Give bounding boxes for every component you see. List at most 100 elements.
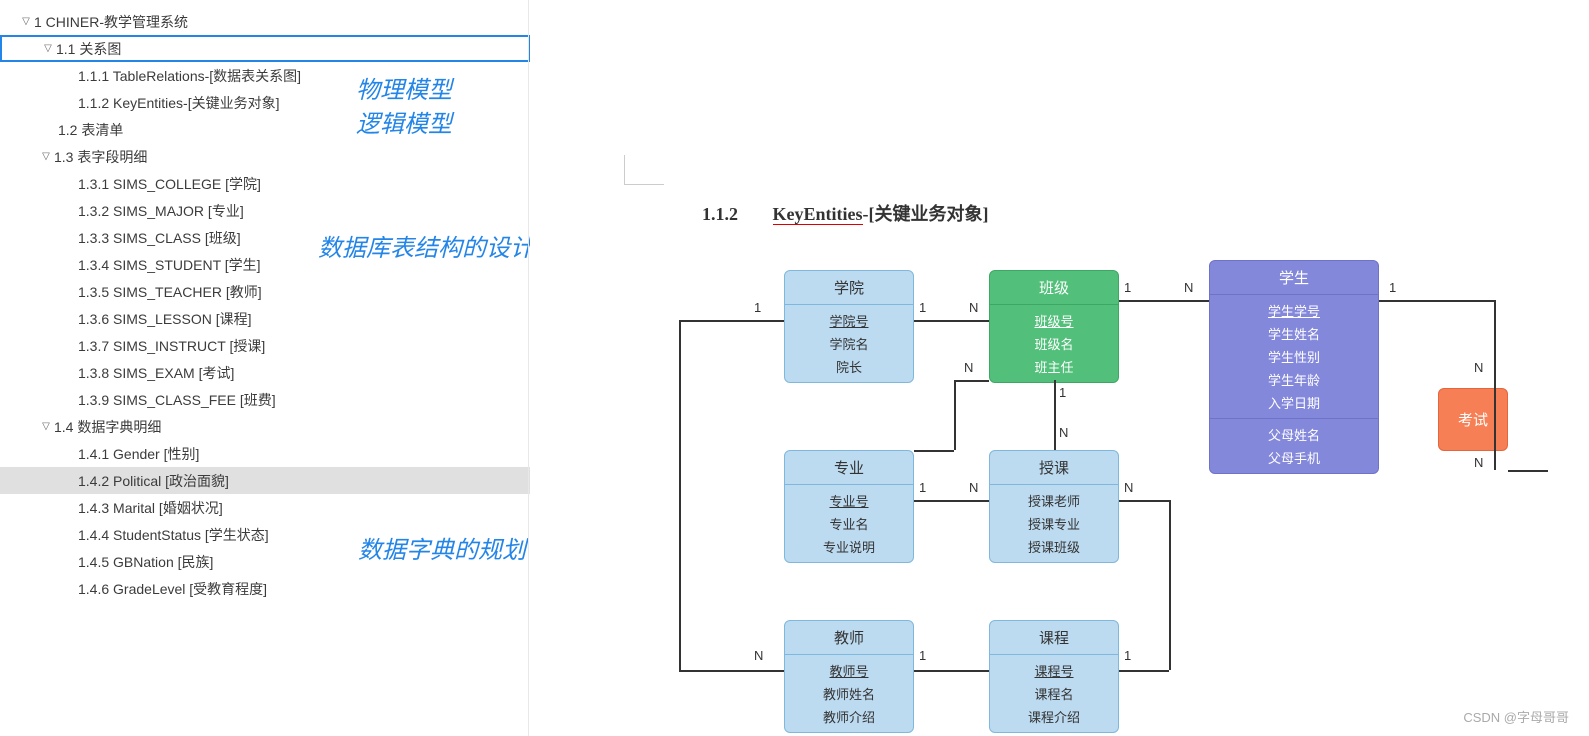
tree-item-studentstatus[interactable]: 1.4.4 StudentStatus [学生状态] xyxy=(0,521,530,548)
entity-pk: 学生学号 xyxy=(1210,299,1378,322)
split-divider xyxy=(528,0,529,736)
tree-label: 1.3.2 SIMS_MAJOR [专业] xyxy=(78,201,244,221)
tree-label: 1.4.1 Gender [性别] xyxy=(78,444,199,464)
entity-header: 教师 xyxy=(785,621,913,655)
tree-label: 1.4.3 Marital [婚姻状况] xyxy=(78,498,223,518)
entity-header: 授课 xyxy=(990,451,1118,485)
entity-header: 学生 xyxy=(1210,261,1378,295)
chevron-down-icon: ▽ xyxy=(38,421,54,432)
tree-label: 1.2 表清单 xyxy=(58,120,123,140)
tree-item-exam[interactable]: 1.3.8 SIMS_EXAM [考试] xyxy=(0,359,530,386)
relation-line xyxy=(914,320,989,322)
card-label: 1 xyxy=(1124,648,1131,663)
entity-major[interactable]: 专业 专业号 专业名 专业说明 xyxy=(784,450,914,563)
entity-pk: 专业号 xyxy=(785,489,913,512)
tree-label: 1.4.5 GBNation [民族] xyxy=(78,552,213,572)
page-corner-mark xyxy=(624,155,664,185)
tree-item-tablelist[interactable]: 1.2 表清单 xyxy=(0,116,530,143)
main-content: 1.1.2 KeyEntities-[关键业务对象] 学院 学院号 学院名 院长… xyxy=(530,0,1589,736)
entity-field: 班主任 xyxy=(990,355,1118,378)
entity-teacher[interactable]: 教师 教师号 教师姓名 教师介绍 xyxy=(784,620,914,733)
tree-label: 1.3.3 SIMS_CLASS [班级] xyxy=(78,228,241,248)
tree-item-political[interactable]: 1.4.2 Political [政治面貌] xyxy=(0,467,530,494)
tree-item-relations[interactable]: ▽1.1 关系图 xyxy=(0,35,530,62)
tree-item-class[interactable]: 1.3.3 SIMS_CLASS [班级] xyxy=(0,224,530,251)
tree-item-keyentities[interactable]: 1.1.2 KeyEntities-[关键业务对象] xyxy=(0,89,530,116)
tree-label: 1.4.2 Political [政治面貌] xyxy=(78,471,229,491)
card-label: N xyxy=(1184,280,1193,295)
tree-item-classfee[interactable]: 1.3.9 SIMS_CLASS_FEE [班费] xyxy=(0,386,530,413)
document-page: 1.1.2 KeyEntities-[关键业务对象] 学院 学院号 学院名 院长… xyxy=(564,0,1544,736)
entity-instruct[interactable]: 授课 授课老师 授课专业 授课班级 xyxy=(989,450,1119,563)
entity-field: 父母姓名 xyxy=(1210,423,1378,446)
entity-field: 班级名 xyxy=(990,332,1118,355)
card-label: 1 xyxy=(1059,385,1066,400)
tree-root[interactable]: ▽1 CHINER-教学管理系统 xyxy=(0,8,530,35)
entity-field: 专业名 xyxy=(785,512,913,535)
entity-pk: 班级号 xyxy=(990,309,1118,332)
relation-line xyxy=(954,380,956,450)
chevron-down-icon: ▽ xyxy=(38,151,54,162)
tree-item-tablerelations[interactable]: 1.1.1 TableRelations-[数据表关系图] xyxy=(0,62,530,89)
entity-student[interactable]: 学生 学生学号 学生姓名 学生性别 学生年龄 入学日期 父母姓名 父母手机 xyxy=(1209,260,1379,474)
relation-line xyxy=(679,320,784,322)
relation-line xyxy=(1119,300,1209,302)
entity-field: 课程名 xyxy=(990,682,1118,705)
relation-line xyxy=(914,450,954,452)
tree-item-instruct[interactable]: 1.3.7 SIMS_INSTRUCT [授课] xyxy=(0,332,530,359)
tree-item-student[interactable]: 1.3.4 SIMS_STUDENT [学生] xyxy=(0,251,530,278)
card-label: 1 xyxy=(754,300,761,315)
relation-line xyxy=(1494,300,1496,470)
entity-field: 学生性别 xyxy=(1210,345,1378,368)
entity-field: 教师介绍 xyxy=(785,705,913,728)
card-label: N xyxy=(1474,455,1483,470)
tree-item-gender[interactable]: 1.4.1 Gender [性别] xyxy=(0,440,530,467)
entity-pk: 课程号 xyxy=(990,659,1118,682)
card-label: 1 xyxy=(1124,280,1131,295)
entity-pk: 学院号 xyxy=(785,309,913,332)
section-title-rest: -[关键业务对象] xyxy=(863,204,989,224)
entity-header: 课程 xyxy=(990,621,1118,655)
card-label: N xyxy=(754,648,763,663)
entity-college[interactable]: 学院 学院号 学院名 院长 xyxy=(784,270,914,383)
tree-item-dict[interactable]: ▽1.4 数据字典明细 xyxy=(0,413,530,440)
tree-label: 1.4 数据字典明细 xyxy=(54,417,161,437)
relation-line xyxy=(1379,300,1494,302)
entity-field: 授课专业 xyxy=(990,512,1118,535)
entity-pk: 教师号 xyxy=(785,659,913,682)
entity-class[interactable]: 班级 班级号 班级名 班主任 xyxy=(989,270,1119,383)
chevron-down-icon: ▽ xyxy=(40,43,56,54)
entity-field: 授课班级 xyxy=(990,535,1118,558)
entity-field: 院长 xyxy=(785,355,913,378)
relation-line xyxy=(1054,380,1056,450)
relation-line xyxy=(1508,470,1548,472)
entity-field: 入学日期 xyxy=(1210,391,1378,414)
tree-item-marital[interactable]: 1.4.3 Marital [婚姻状况] xyxy=(0,494,530,521)
relation-line xyxy=(1169,500,1171,670)
card-label: N xyxy=(1124,480,1133,495)
tree-item-teacher[interactable]: 1.3.5 SIMS_TEACHER [教师] xyxy=(0,278,530,305)
watermark: CSDN @字母哥哥 xyxy=(1463,707,1569,726)
card-label: N xyxy=(969,300,978,315)
sidebar-tree: ▽1 CHINER-教学管理系统 ▽1.1 关系图 1.1.1 TableRel… xyxy=(0,0,530,736)
tree-item-gradelevel[interactable]: 1.4.6 GradeLevel [受教育程度] xyxy=(0,575,530,602)
tree-item-college[interactable]: 1.3.1 SIMS_COLLEGE [学院] xyxy=(0,170,530,197)
tree-label: 1.3 表字段明细 xyxy=(54,147,147,167)
tree-item-major[interactable]: 1.3.2 SIMS_MAJOR [专业] xyxy=(0,197,530,224)
tree-item-lesson[interactable]: 1.3.6 SIMS_LESSON [课程] xyxy=(0,305,530,332)
card-label: N xyxy=(969,480,978,495)
tree-item-gbnation[interactable]: 1.4.5 GBNation [民族] xyxy=(0,548,530,575)
tree-label: 1.3.7 SIMS_INSTRUCT [授课] xyxy=(78,336,265,356)
relation-line xyxy=(679,320,681,670)
er-diagram[interactable]: 学院 学院号 学院名 院长 班级 班级号 班级名 班主任 学生 xyxy=(654,260,1589,730)
tree-label: 1.3.6 SIMS_LESSON [课程] xyxy=(78,309,252,329)
section-title: 1.1.2 KeyEntities-[关键业务对象] xyxy=(702,200,988,226)
tree-label: 1.3.1 SIMS_COLLEGE [学院] xyxy=(78,174,261,194)
entity-field: 专业说明 xyxy=(785,535,913,558)
card-label: 1 xyxy=(1389,280,1396,295)
card-label: N xyxy=(1059,425,1068,440)
entity-lesson[interactable]: 课程 课程号 课程名 课程介绍 xyxy=(989,620,1119,733)
entity-field: 学生姓名 xyxy=(1210,322,1378,345)
entity-exam[interactable]: 考试 xyxy=(1438,388,1508,451)
tree-item-fields[interactable]: ▽1.3 表字段明细 xyxy=(0,143,530,170)
